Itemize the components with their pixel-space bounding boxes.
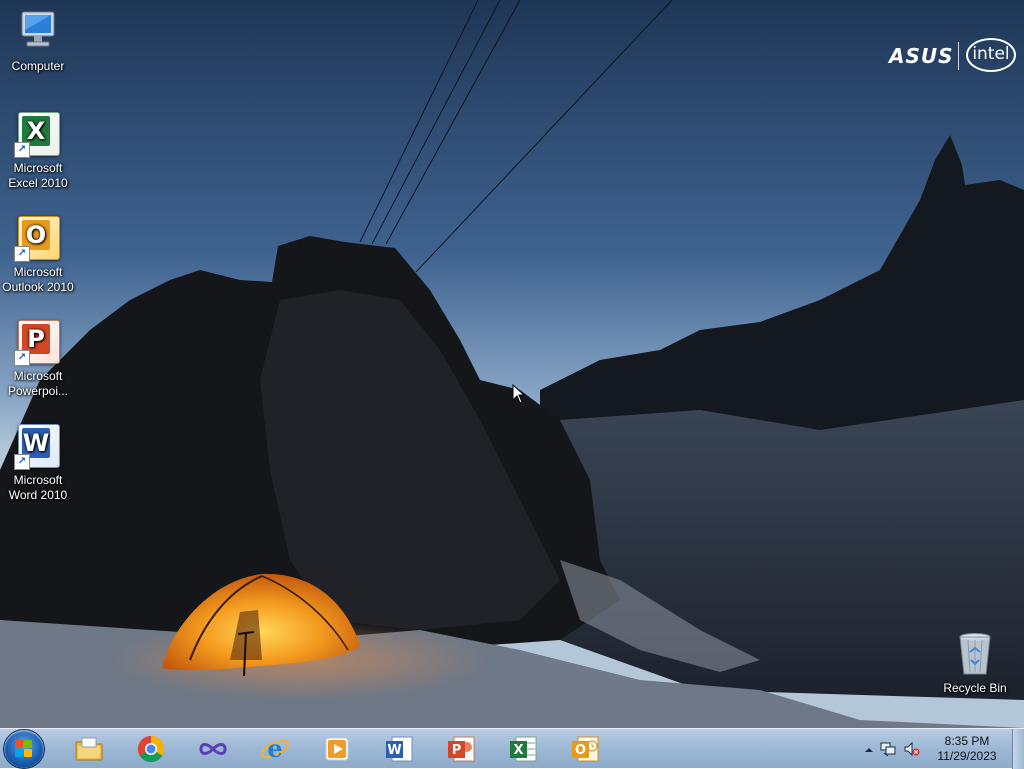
asus-logo: ASUS [889,44,954,68]
clock[interactable]: 8:35 PM 11/29/2023 [932,734,1002,764]
clock-date: 11/29/2023 [937,749,997,763]
shortcut-arrow-icon: ↗ [14,350,30,366]
svg-text:X: X [513,743,523,758]
system-tray: 8:35 PM 11/29/2023 [860,729,1012,769]
internet-explorer-icon: e [260,734,290,764]
word-icon: W ↗ [14,422,62,470]
taskbar: e W P X O 8:35 PM 11/29/2023 [0,728,1024,769]
volume-muted-icon[interactable] [904,741,920,757]
desktop-icon-excel[interactable]: X ↗ Microsoft Excel 2010 [0,110,76,191]
wallpaper [0,0,1024,728]
file-explorer-icon [74,734,104,764]
svg-text:W: W [387,743,401,758]
desktop-icon-label: Recycle Bin [943,681,1007,695]
shortcut-arrow-icon: ↗ [14,142,30,158]
desktop-icon-word[interactable]: W ↗ Microsoft Word 2010 [0,422,76,503]
excel-icon: X [508,734,538,764]
taskbar-chrome[interactable] [124,731,178,767]
taskbar-powerpoint[interactable]: P [434,731,488,767]
taskbar-word[interactable]: W [372,731,426,767]
outlook-icon: O ↗ [14,214,62,262]
network-icon[interactable] [880,741,896,757]
taskbar-media-player[interactable] [310,731,364,767]
desktop-icon-outlook[interactable]: O ↗ Microsoft Outlook 2010 [0,214,76,295]
intel-logo: intel [966,38,1016,72]
desktop-icon-label: Computer [11,59,65,73]
show-hidden-icons-icon[interactable] [864,742,874,752]
clock-time: 8:35 PM [944,734,990,748]
excel-icon: X ↗ [14,110,62,158]
taskbar-internet-explorer[interactable]: e [248,731,302,767]
shortcut-arrow-icon: ↗ [14,454,30,470]
recycle-bin-icon [951,630,999,678]
desktop-icon-recycle-bin[interactable]: Recycle Bin [937,630,1013,696]
windows-start-icon [15,740,33,758]
mouse-cursor-icon [512,384,526,404]
taskbar-visual-studio[interactable] [186,731,240,767]
start-button[interactable] [4,730,44,768]
word-icon: W [384,734,414,764]
desktop-icon-label: Microsoft Excel 2010 [8,161,68,190]
visual-studio-icon [198,734,228,764]
logo-divider [958,42,959,70]
svg-text:P: P [452,743,462,758]
svg-text:e: e [267,734,282,763]
taskbar-excel[interactable]: X [496,731,550,767]
desktop-icon-computer[interactable]: Computer [0,8,76,74]
svg-text:O: O [575,743,586,758]
media-player-icon [322,734,352,764]
chrome-icon [136,734,166,764]
desktop[interactable]: ASUS intel Computer X ↗ Microsoft Excel … [0,0,1024,728]
computer-icon [14,8,62,56]
outlook-icon: O [570,734,600,764]
powerpoint-icon: P [446,734,476,764]
taskbar-file-explorer[interactable] [62,731,116,767]
desktop-icon-label: Microsoft Word 2010 [8,473,68,502]
taskbar-outlook[interactable]: O [558,731,612,767]
show-desktop-button[interactable] [1012,729,1024,769]
shortcut-arrow-icon: ↗ [14,246,30,262]
desktop-icon-label: Microsoft Outlook 2010 [2,265,74,294]
desktop-icon-label: Microsoft Powerpoi... [7,369,69,398]
powerpoint-icon: P ↗ [14,318,62,366]
desktop-icon-powerpoint[interactable]: P ↗ Microsoft Powerpoi... [0,318,76,399]
